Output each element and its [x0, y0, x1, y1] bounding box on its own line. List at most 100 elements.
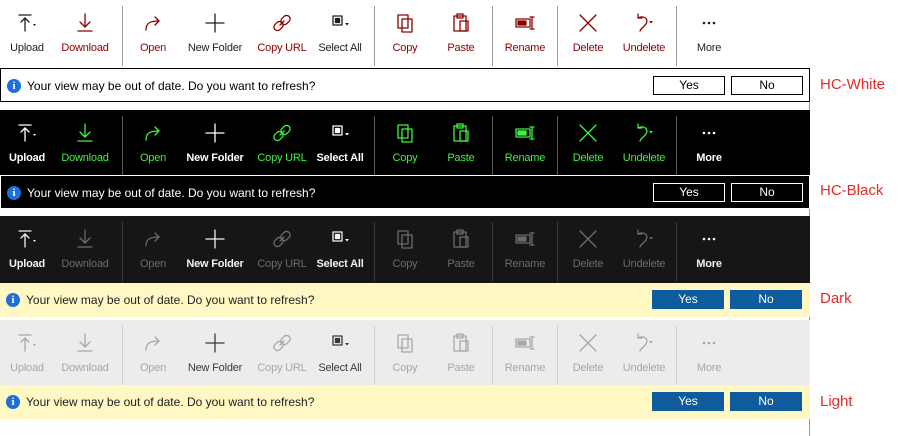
info-icon: i [7, 186, 21, 200]
rename-button[interactable]: Rename [494, 0, 556, 68]
copy-url-button[interactable]: Copy URL [251, 110, 313, 178]
info-icon: i [6, 293, 20, 307]
more-button[interactable]: More [678, 216, 740, 284]
no-button[interactable]: No [731, 76, 803, 95]
no-button[interactable]: No [730, 392, 802, 411]
copy-button[interactable]: Copy [374, 320, 436, 388]
more-button[interactable]: More [678, 320, 740, 388]
notification-bar: i Your view may be out of date. Do you w… [0, 385, 810, 419]
command-toolbar: Upload Download Open New Folder Copy URL Sele… [0, 320, 810, 388]
undelete-button[interactable]: Undelete [613, 110, 675, 178]
toolbar-separator [676, 222, 677, 282]
paste-button[interactable]: Paste [430, 110, 492, 178]
notification-bar: i Your view may be out of date. Do you w… [0, 283, 810, 317]
toolbar-separator [492, 222, 493, 282]
download-button[interactable]: Download [54, 0, 116, 68]
toolbar-separator [492, 116, 493, 176]
select-all-button[interactable]: Select All [309, 216, 371, 284]
more-label: More [696, 362, 722, 374]
new-folder-button[interactable]: New Folder [184, 0, 246, 68]
toolbar-separator [122, 222, 123, 282]
open-button[interactable]: Open [122, 320, 184, 388]
explorer-panel-dark: Upload Download Open New Folder Copy URL Sele… [0, 216, 810, 284]
select-all-button[interactable]: Select All [309, 110, 371, 178]
upload-button[interactable]: Upload [0, 110, 58, 178]
toolbar-separator [122, 326, 123, 386]
new-folder-button[interactable]: New Folder [184, 320, 246, 388]
upload-button[interactable]: Upload [0, 320, 58, 388]
select-all-button[interactable]: Select All [309, 0, 371, 68]
paste-button[interactable]: Paste [430, 320, 492, 388]
more-label: More [696, 152, 722, 164]
rename-button[interactable]: Rename [494, 320, 556, 388]
copy-button[interactable]: Copy [374, 0, 436, 68]
toolbar-separator [557, 326, 558, 386]
copy-url-button[interactable]: Copy URL [251, 320, 313, 388]
toolbar-separator [374, 326, 375, 386]
no-button[interactable]: No [730, 290, 802, 309]
select-all-button[interactable]: Select All [309, 320, 371, 388]
yes-button[interactable]: Yes [653, 183, 725, 202]
undelete-button[interactable]: Undelete [613, 216, 675, 284]
toolbar-separator [557, 222, 558, 282]
info-icon: i [7, 79, 21, 93]
paste-button[interactable]: Paste [430, 0, 492, 68]
notification-message: Your view may be out of date. Do you wan… [26, 395, 315, 409]
toolbar-separator [122, 116, 123, 176]
theme-label: Dark [820, 290, 852, 307]
toolbar-separator [557, 6, 558, 66]
more-label: More [696, 258, 722, 270]
command-toolbar: Upload Download Open New Folder Copy URL Sele… [0, 216, 810, 284]
toolbar-separator [492, 6, 493, 66]
theme-label: Light [820, 393, 853, 410]
more-button[interactable]: More [678, 0, 740, 68]
download-button[interactable]: Download [54, 110, 116, 178]
copy-url-button[interactable]: Copy URL [251, 0, 313, 68]
delete-button[interactable]: Delete [557, 110, 619, 178]
upload-button[interactable]: Upload [0, 216, 58, 284]
info-icon: i [6, 395, 20, 409]
more-button[interactable]: More [678, 110, 740, 178]
explorer-panel-light: Upload Download Open New Folder Copy URL Sele… [0, 320, 810, 388]
notification-message: Your view may be out of date. Do you wan… [26, 293, 315, 307]
theme-label: HC-Black [820, 182, 884, 199]
open-button[interactable]: Open [122, 216, 184, 284]
download-button[interactable]: Download [54, 320, 116, 388]
undelete-button[interactable]: Undelete [613, 320, 675, 388]
open-button[interactable]: Open [122, 110, 184, 178]
toolbar-separator [557, 116, 558, 176]
explorer-panel-hc-white: Upload Download Open New Folder Copy URL Sele… [0, 0, 810, 68]
toolbar-separator [492, 326, 493, 386]
toolbar-separator [676, 6, 677, 66]
paste-button[interactable]: Paste [430, 216, 492, 284]
notification-message: Your view may be out of date. Do you wan… [27, 186, 316, 200]
theme-label: HC-White [820, 76, 886, 93]
command-toolbar: Upload Download Open New Folder Copy URL Sele… [0, 110, 810, 178]
yes-button[interactable]: Yes [653, 76, 725, 95]
toolbar-separator [374, 6, 375, 66]
yes-button[interactable]: Yes [652, 290, 724, 309]
delete-button[interactable]: Delete [557, 320, 619, 388]
no-button[interactable]: No [731, 183, 803, 202]
open-button[interactable]: Open [122, 0, 184, 68]
notification-message: Your view may be out of date. Do you wan… [27, 79, 316, 93]
delete-button[interactable]: Delete [557, 216, 619, 284]
copy-button[interactable]: Copy [374, 216, 436, 284]
download-button[interactable]: Download [54, 216, 116, 284]
copy-url-button[interactable]: Copy URL [251, 216, 313, 284]
toolbar-separator [122, 6, 123, 66]
new-folder-button[interactable]: New Folder [184, 216, 246, 284]
explorer-panel-hc-black: Upload Download Open New Folder Copy URL Sele… [0, 110, 810, 178]
delete-button[interactable]: Delete [557, 0, 619, 68]
rename-button[interactable]: Rename [494, 110, 556, 178]
toolbar-separator [374, 116, 375, 176]
undelete-button[interactable]: Undelete [613, 0, 675, 68]
toolbar-separator [374, 222, 375, 282]
yes-button[interactable]: Yes [652, 392, 724, 411]
upload-button[interactable]: Upload [0, 0, 58, 68]
command-toolbar: Upload Download Open New Folder Copy URL Sele… [0, 0, 810, 68]
rename-button[interactable]: Rename [494, 216, 556, 284]
copy-button[interactable]: Copy [374, 110, 436, 178]
toolbar-separator [676, 326, 677, 386]
new-folder-button[interactable]: New Folder [184, 110, 246, 178]
